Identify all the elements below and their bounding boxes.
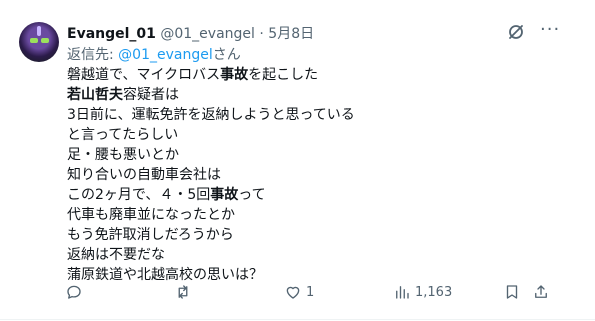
tweet-text-segment: 3日前に、運転免許を返納しようと思っている xyxy=(67,107,355,123)
views-icon xyxy=(396,286,409,299)
tweet-text-segment: 容疑者は xyxy=(123,87,179,103)
tweet-text-segment: 磐越道で、マイクロバス xyxy=(67,67,221,83)
views-button[interactable]: 1,163 xyxy=(393,281,452,303)
retweet-button[interactable] xyxy=(174,281,196,303)
tweet-text-bold: 事故 xyxy=(210,187,239,203)
tweet-text-segment: 足・腰も悪いとか xyxy=(67,147,179,163)
handle[interactable]: @01_evangel xyxy=(160,26,255,42)
tweet-text-segment: 知り合いの自動車会社は xyxy=(67,167,221,183)
reply-prefix: 返信先: xyxy=(67,47,119,63)
display-name[interactable]: Evangel_01 xyxy=(67,26,156,42)
tweet-text-segment: 代車も廃車並になったとか xyxy=(67,207,235,223)
reply-context: 返信先: @01_evangelさん xyxy=(67,44,241,64)
tweet-text-line: 若山哲夫容疑者は xyxy=(67,85,355,105)
views-count: 1,163 xyxy=(415,284,453,300)
tweet-text-line: 返納は不要だな xyxy=(67,245,355,265)
share-icon xyxy=(535,285,547,298)
tweet-text-line: 3日前に、運転免許を返納しようと思っている xyxy=(67,105,355,125)
bookmark-icon xyxy=(506,285,518,299)
retweet-icon xyxy=(178,285,188,299)
separator: · xyxy=(259,26,264,42)
tweet-text-segment: もう免許取消しだろうから xyxy=(67,227,234,243)
avatar[interactable] xyxy=(19,22,59,62)
reply-handle-link[interactable]: @01_evangel xyxy=(118,47,213,63)
reply-suffix: さん xyxy=(212,47,241,63)
tweet-text-segment: 返納は不要だな xyxy=(67,247,165,263)
avatar-eye xyxy=(41,38,49,43)
tweet-header: Evangel_01 @01_evangel · 5月8日 xyxy=(67,23,314,43)
tweet-text-line: この2ヶ月で、４・5回事故って xyxy=(67,185,355,205)
tweet-text-line: もう免許取消しだろうから xyxy=(67,225,355,245)
reply-button[interactable] xyxy=(65,281,87,303)
reply-icon xyxy=(67,285,81,299)
avatar-horn xyxy=(37,26,41,36)
tweet-text-segment: と言ってたらしい xyxy=(67,127,179,143)
tweet-text-bold: 若山哲夫 xyxy=(67,87,123,103)
action-bar: 1 1,163 xyxy=(60,281,560,303)
avatar-eye xyxy=(30,38,38,43)
tweet-text-segment: って xyxy=(238,187,266,203)
bookmark-button[interactable] xyxy=(503,281,521,303)
tweet-text-segment: この2ヶ月で、４・5回 xyxy=(67,187,211,203)
heart-icon xyxy=(286,286,300,299)
tweet-text-line: 知り合いの自動車会社は xyxy=(67,165,355,185)
tweet-text-line: 磐越道で、マイクロバス事故を起こした xyxy=(67,65,355,85)
more-options-icon[interactable]: ··· xyxy=(540,21,560,42)
tweet-text-line: 代車も廃車並になったとか xyxy=(67,205,355,225)
tweet-text: 磐越道で、マイクロバス事故を起こした 若山哲夫容疑者は 3日前に、運転免許を返納しよ… xyxy=(67,65,355,285)
like-button[interactable]: 1 xyxy=(284,281,314,303)
divider xyxy=(0,319,595,320)
tweet-text-line: 足・腰も悪いとか xyxy=(67,145,355,165)
like-count: 1 xyxy=(306,284,315,300)
tweet-text-bold: 事故 xyxy=(220,67,249,83)
tweet[interactable]: Evangel_01 @01_evangel · 5月8日 ··· 返信先: @… xyxy=(0,0,595,321)
share-button[interactable] xyxy=(532,281,550,303)
tweet-text-segment: を起こした xyxy=(248,67,319,83)
tweet-text-line: と言ってたらしい xyxy=(67,125,355,145)
tweet-date[interactable]: 5月8日 xyxy=(268,26,314,42)
grok-icon[interactable] xyxy=(506,22,526,42)
